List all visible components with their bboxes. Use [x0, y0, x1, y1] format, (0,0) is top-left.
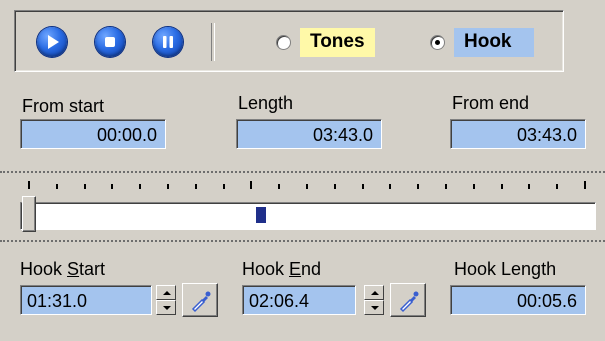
hook-end-spinner[interactable]	[364, 285, 384, 315]
stop-button[interactable]	[95, 27, 125, 57]
hook-end-pick-button[interactable]	[390, 283, 426, 317]
play-button[interactable]	[37, 27, 67, 57]
toolbar-separator	[211, 23, 215, 61]
hook-radio-circle[interactable]	[431, 35, 444, 49]
ruler-tick	[111, 184, 114, 189]
hook-length-label: Hook Length	[454, 259, 557, 279]
ruler-tick	[278, 184, 281, 189]
from-end-label: From end	[452, 93, 530, 113]
arrow-down-icon	[163, 306, 171, 310]
hook-start-field[interactable]: 01:31.0	[20, 285, 152, 315]
eyedropper-icon	[399, 291, 419, 313]
ruler-tick	[528, 184, 531, 189]
hook-end-field[interactable]: 02:06.4	[242, 285, 356, 315]
hook-start-down-button[interactable]	[156, 300, 176, 315]
tones-radio-circle[interactable]	[277, 35, 290, 49]
hook-start-up-button[interactable]	[156, 285, 176, 300]
ruler-tick	[445, 184, 447, 189]
length-field[interactable]: 03:43.0	[236, 119, 382, 149]
ruler-tick	[417, 184, 420, 189]
ruler-tick	[333, 184, 336, 189]
ruler-tick	[306, 184, 308, 189]
radio-selected-dot	[435, 39, 440, 45]
hook-end-up-button[interactable]	[364, 285, 384, 300]
ruler-tick	[250, 181, 253, 189]
ruler-tick	[222, 184, 225, 189]
play-icon	[48, 35, 59, 49]
ruler-tick	[361, 184, 364, 189]
from-end-field[interactable]: 03:43.0	[450, 119, 586, 149]
from-start-label: From start	[22, 96, 105, 116]
ruler-tick	[28, 181, 30, 189]
hook-radio[interactable]: Hook	[431, 27, 534, 57]
arrow-up-icon	[163, 291, 171, 295]
ruler-tick	[194, 184, 197, 189]
ruler-tick	[139, 184, 142, 189]
ruler-tick	[584, 181, 586, 189]
pause-button[interactable]	[153, 27, 183, 57]
ruler-tick	[167, 184, 169, 189]
hook-marker	[256, 207, 267, 223]
stop-icon	[105, 37, 115, 47]
pause-icon	[163, 36, 173, 48]
hook-length-field[interactable]: 00:05.6	[450, 285, 586, 315]
hook-start-spinner[interactable]	[156, 285, 176, 315]
hook-start-pick-button[interactable]	[182, 283, 218, 317]
arrow-down-icon	[371, 306, 379, 310]
toolbar: Tones Hook	[14, 10, 564, 72]
ruler-tick	[472, 184, 475, 189]
separator-top	[0, 171, 605, 173]
hook-end-down-button[interactable]	[364, 300, 384, 315]
ruler-tick	[500, 184, 503, 189]
hook-start-label: Hook Start	[20, 259, 106, 279]
hook-label: Hook	[454, 27, 534, 57]
position-slider-thumb[interactable]	[22, 196, 36, 232]
ruler-tick	[55, 184, 58, 189]
eyedropper-icon	[191, 291, 211, 313]
ruler-tick	[389, 184, 392, 189]
separator-bottom	[0, 240, 605, 242]
position-track[interactable]	[20, 202, 596, 230]
from-start-field[interactable]: 00:00.0	[20, 119, 166, 149]
ruler-tick	[556, 184, 559, 189]
length-label: Length	[238, 93, 294, 113]
hook-end-label: Hook End	[242, 259, 322, 279]
tones-radio[interactable]: Tones	[277, 27, 375, 57]
arrow-up-icon	[371, 291, 379, 295]
ruler-tick	[83, 184, 86, 189]
tones-label: Tones	[300, 27, 375, 57]
